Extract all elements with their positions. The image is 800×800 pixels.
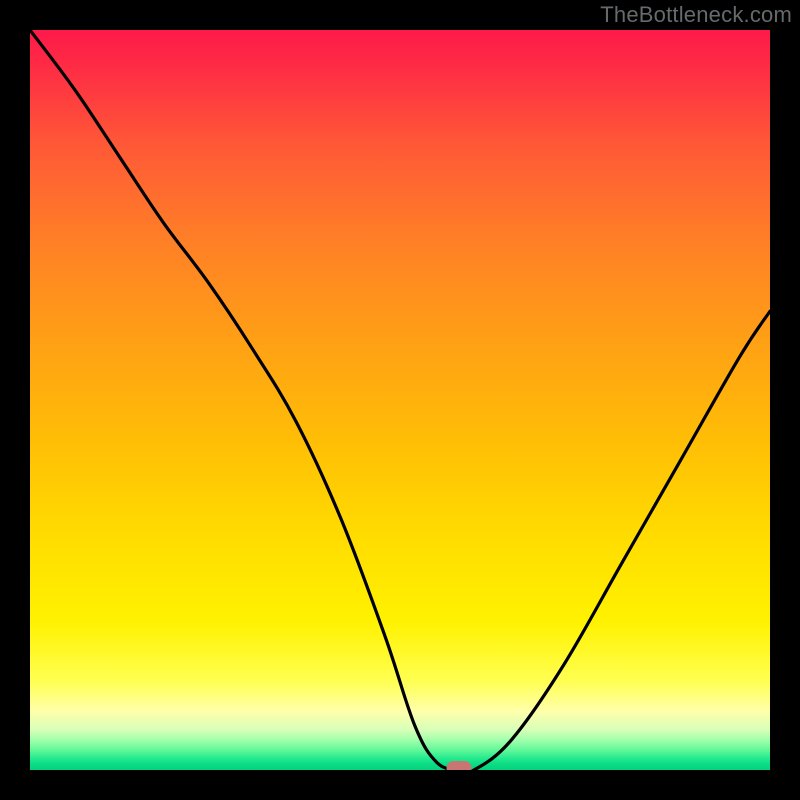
plot-area — [30, 30, 770, 770]
watermark-text: TheBottleneck.com — [600, 2, 792, 28]
optimal-marker — [447, 761, 472, 770]
chart-frame: TheBottleneck.com — [0, 0, 800, 800]
bottleneck-curve — [30, 30, 770, 770]
